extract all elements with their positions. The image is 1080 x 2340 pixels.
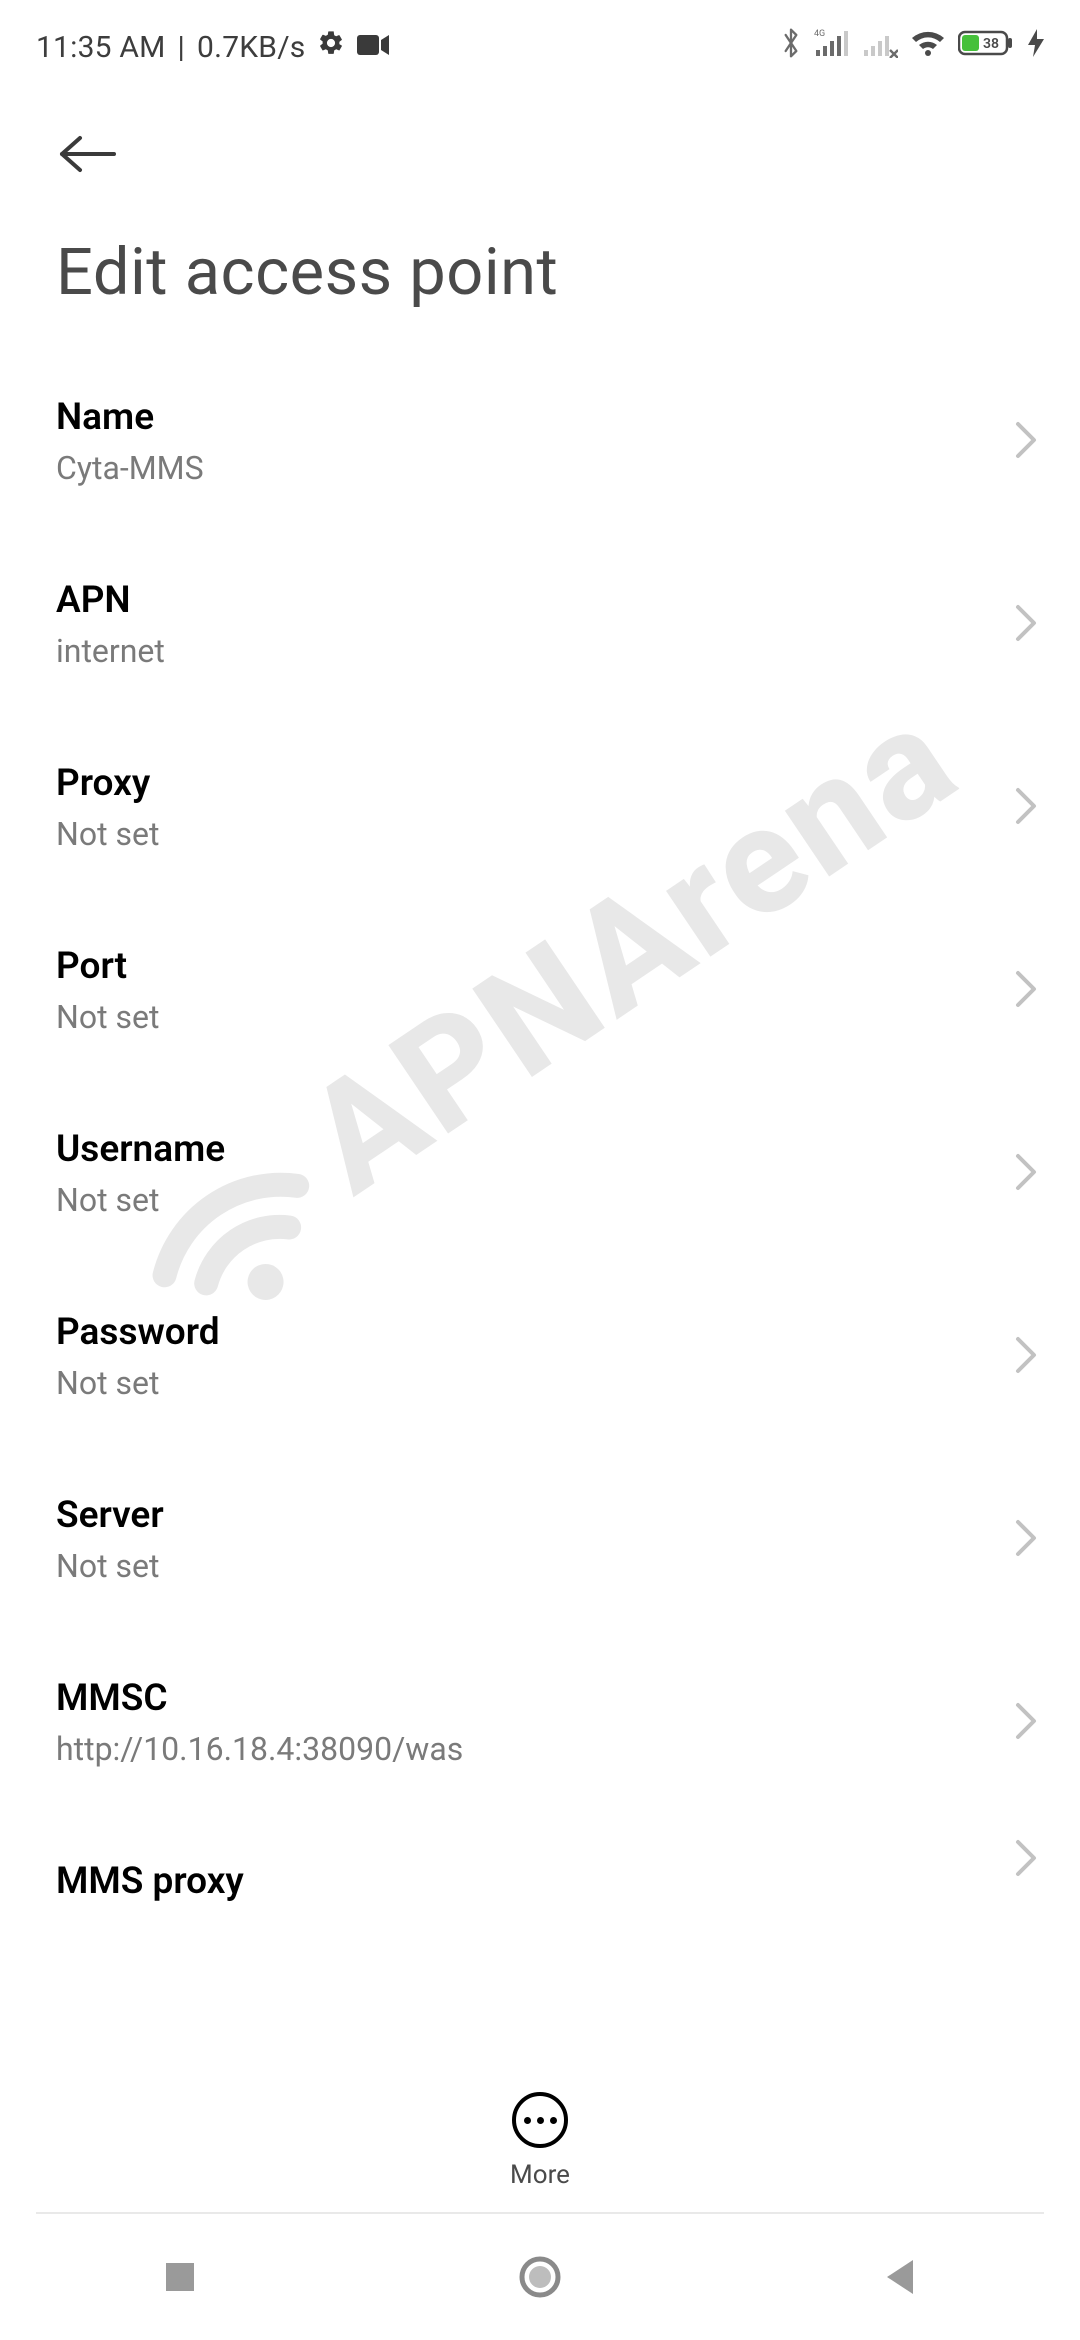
setting-row-proxy[interactable]: Proxy Not set bbox=[0, 716, 1080, 899]
back-button[interactable] bbox=[56, 122, 120, 186]
triangle-left-icon bbox=[883, 2258, 917, 2296]
setting-label: MMS proxy bbox=[56, 1860, 984, 1903]
setting-row-apn[interactable]: APN internet bbox=[0, 533, 1080, 716]
setting-label: Proxy bbox=[56, 762, 984, 805]
svg-text:4G: 4G bbox=[814, 29, 825, 39]
setting-row-mms-proxy[interactable]: MMS proxy 10.16.18.77 bbox=[0, 1814, 1080, 1906]
status-time: 11:35 AM bbox=[36, 30, 166, 65]
setting-label: APN bbox=[56, 579, 984, 622]
setting-value: Not set bbox=[56, 1181, 936, 1219]
arrow-left-icon bbox=[58, 134, 118, 174]
setting-label: MMSC bbox=[56, 1677, 984, 1720]
chevron-right-icon bbox=[1014, 420, 1038, 464]
chevron-right-icon bbox=[1014, 1152, 1038, 1196]
setting-label: Server bbox=[56, 1494, 984, 1537]
circle-icon bbox=[518, 2255, 562, 2299]
status-bar: 11:35 AM | 0.7KB/s 4G bbox=[0, 0, 1080, 78]
setting-value: http://10.16.18.4:38090/was bbox=[56, 1730, 936, 1768]
setting-row-name[interactable]: Name Cyta-MMS bbox=[0, 350, 1080, 533]
wifi-icon bbox=[910, 29, 946, 65]
setting-row-password[interactable]: Password Not set bbox=[0, 1265, 1080, 1448]
signal-nosim-icon bbox=[862, 28, 898, 66]
more-button[interactable]: More bbox=[0, 2092, 1080, 2190]
signal-4g-icon: 4G bbox=[814, 28, 850, 66]
charging-icon bbox=[1028, 29, 1044, 65]
more-icon bbox=[512, 2092, 568, 2148]
chevron-right-icon bbox=[1014, 786, 1038, 830]
navigation-bar bbox=[0, 2214, 1080, 2340]
setting-label: Port bbox=[56, 945, 984, 988]
chevron-right-icon bbox=[1014, 1335, 1038, 1379]
setting-label: Password bbox=[56, 1311, 984, 1354]
settings-list: Name Cyta-MMS APN internet Proxy Not set… bbox=[0, 350, 1080, 1906]
nav-back-button[interactable] bbox=[840, 2247, 960, 2307]
battery-percent-text: 38 bbox=[983, 36, 999, 52]
chevron-right-icon bbox=[1014, 969, 1038, 1013]
setting-row-username[interactable]: Username Not set bbox=[0, 1082, 1080, 1265]
chevron-right-icon bbox=[1014, 1701, 1038, 1745]
nav-recent-button[interactable] bbox=[120, 2247, 240, 2307]
camera-icon bbox=[357, 30, 389, 65]
setting-value: Cyta-MMS bbox=[56, 449, 936, 487]
chevron-right-icon bbox=[1014, 603, 1038, 647]
chevron-right-icon bbox=[1014, 1518, 1038, 1562]
setting-label: Username bbox=[56, 1128, 984, 1171]
setting-value: internet bbox=[56, 632, 936, 670]
nav-home-button[interactable] bbox=[480, 2247, 600, 2307]
square-icon bbox=[162, 2259, 198, 2295]
app-bar bbox=[0, 78, 1080, 186]
setting-label: Name bbox=[56, 396, 984, 439]
status-separator: | bbox=[178, 30, 186, 65]
chevron-right-icon bbox=[1014, 1838, 1038, 1882]
setting-value: Not set bbox=[56, 1364, 936, 1402]
page-title: Edit access point bbox=[0, 186, 1080, 350]
more-label: More bbox=[510, 2160, 570, 2190]
setting-value: Not set bbox=[56, 998, 936, 1036]
setting-row-server[interactable]: Server Not set bbox=[0, 1448, 1080, 1631]
setting-value: Not set bbox=[56, 815, 936, 853]
setting-value: Not set bbox=[56, 1547, 936, 1585]
battery-icon: 38 bbox=[958, 29, 1016, 65]
setting-row-mmsc[interactable]: MMSC http://10.16.18.4:38090/was bbox=[0, 1631, 1080, 1814]
status-net-speed: 0.7KB/s bbox=[197, 30, 305, 65]
setting-row-port[interactable]: Port Not set bbox=[0, 899, 1080, 1082]
gear-icon bbox=[317, 29, 345, 65]
bluetooth-icon bbox=[780, 27, 802, 67]
